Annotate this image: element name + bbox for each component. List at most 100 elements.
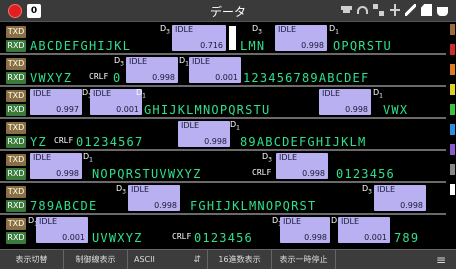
idle-value: 0.998 <box>204 137 227 146</box>
idle-value: 0.001 <box>215 73 238 82</box>
data-bits-tag: D1 <box>136 88 146 100</box>
title-bar: 0 データ <box>0 0 456 22</box>
idle-block: IDLE 0.998 <box>126 57 178 83</box>
idle-block: IDLE 0.716 <box>172 25 226 51</box>
row-divider <box>0 85 446 87</box>
data-bits-tag: D1 <box>329 24 339 36</box>
idle-block: IDLE 0.998 <box>178 121 230 147</box>
crlf-marker: CRLF <box>252 168 272 177</box>
txd-data: 123456789ABCDEF <box>243 71 370 85</box>
idle-block: IDLE 0.001 <box>90 89 142 115</box>
data-bits-tag: D3 <box>362 184 372 196</box>
txd-data: 0123456 <box>336 167 395 181</box>
txd-data: NOPQRSTUVWXYZ <box>92 167 202 181</box>
idle-value: 0.998 <box>152 73 175 82</box>
data-bits-tag: D3 <box>114 56 124 68</box>
idle-value: 0.998 <box>301 41 324 50</box>
rxd-data: 89ABCDEFGHIJKLM <box>240 135 367 149</box>
data-bits-tag: D3 <box>160 24 170 36</box>
rxd-data: 789 <box>394 231 420 245</box>
txd-tag: TXD <box>6 26 26 38</box>
crlf-marker: CRLF <box>54 136 74 145</box>
cursor <box>229 26 236 50</box>
idle-block: IDLE 0.998 <box>128 185 180 211</box>
power-icon <box>437 7 448 16</box>
channel-color-swatch <box>450 24 455 35</box>
row-divider <box>0 149 446 151</box>
encoding-select[interactable]: ASCII ⇵ <box>128 250 208 269</box>
page-badge: 0 <box>27 4 41 18</box>
data-bits-tag: D3 <box>252 24 262 36</box>
data-bits-tag: D1 <box>179 56 189 68</box>
txd-data: OPQRSTU <box>333 39 392 53</box>
rxd-tag: RXD <box>6 104 26 116</box>
encoding-value: ASCII <box>134 255 155 264</box>
idle-label: IDLE <box>33 153 52 162</box>
txd-data: 0 <box>113 71 122 85</box>
idle-value: 0.998 <box>56 169 79 178</box>
txd-data: ABCDEFGHIJKL <box>30 39 132 53</box>
rxd-data: 0123456 <box>194 231 253 245</box>
data-row: TXD RXD ABCDEFGHIJKL D3 IDLE 0.716 D3 LM… <box>0 24 446 53</box>
data-row: TXD RXD IDLE 0.997 D3 IDLE 0.001 D1 GHIJ… <box>0 88 446 117</box>
txd-tag: TXD <box>6 218 26 230</box>
data-bits-tag: D3 <box>116 184 126 196</box>
idle-block: IDLE 0.998 <box>280 217 330 243</box>
txd-data: VWXYZ <box>30 71 73 85</box>
rxd-tag: RXD <box>6 136 26 148</box>
data-row: TXD RXD IDLE 0.998 D1 NOPQRSTUVWXYZ CRLF… <box>0 152 446 181</box>
idle-label: IDLE <box>131 185 150 194</box>
idle-block: IDLE 0.998 <box>276 153 328 179</box>
idle-block: IDLE 0.998 <box>319 89 371 115</box>
idle-label: IDLE <box>377 185 396 194</box>
channel-color-rail <box>448 24 456 248</box>
rxd-data: YZ <box>30 135 47 149</box>
idle-block: IDLE 0.998 <box>275 25 327 51</box>
control-line-button[interactable]: 制御線表示 <box>64 250 128 269</box>
channel-color-swatch <box>450 164 455 175</box>
close-button[interactable] <box>8 4 22 18</box>
idle-value: 0.716 <box>200 41 223 50</box>
idle-value: 0.998 <box>400 201 423 210</box>
display-switch-button[interactable]: 表示切替 <box>0 250 64 269</box>
menu-icon[interactable]: ≡ <box>426 250 456 269</box>
idle-label: IDLE <box>192 57 211 66</box>
idle-label: IDLE <box>341 217 360 226</box>
idle-label: IDLE <box>283 217 302 226</box>
data-bits-tag: D1 <box>373 88 383 100</box>
crlf-marker: CRLF <box>89 72 109 81</box>
rxd-tag: RXD <box>6 72 26 84</box>
idle-block: IDLE 0.998 <box>30 153 82 179</box>
idle-value: 0.998 <box>154 201 177 210</box>
sd-card-icon <box>421 4 432 16</box>
txd-tag: TXD <box>6 154 26 166</box>
idle-label: IDLE <box>129 57 148 66</box>
row-divider <box>0 213 446 215</box>
hex-display-button[interactable]: 16進数表示 <box>208 250 272 269</box>
txd-tag: TXD <box>6 90 26 102</box>
idle-label: IDLE <box>93 89 112 98</box>
data-row: TXD RXD 789ABCDE D3 IDLE 0.998 FGHIJKLMN… <box>0 184 446 213</box>
idle-block: IDLE 0.001 <box>189 57 241 83</box>
status-icons <box>341 4 448 16</box>
rxd-data: 789ABCDE <box>30 199 98 213</box>
row-divider <box>0 117 446 119</box>
channel-color-swatch <box>450 144 455 155</box>
rxd-data: 01234567 <box>76 135 144 149</box>
idle-label: IDLE <box>279 153 298 162</box>
channel-color-swatch <box>450 104 455 115</box>
txd-data: LMN <box>240 39 266 53</box>
idle-block: IDLE 0.001 <box>338 217 390 243</box>
txd-tag: TXD <box>6 58 26 70</box>
rxd-data: UVWXYZ <box>92 231 143 245</box>
rxd-data: FGHIJKLMNOPQRST <box>190 199 317 213</box>
idle-value: 0.998 <box>345 105 368 114</box>
network-icon <box>373 4 384 16</box>
idle-label: IDLE <box>33 89 52 98</box>
channel-color-swatch <box>450 64 455 75</box>
crlf-marker: CRLF <box>172 232 192 241</box>
pause-display-button[interactable]: 表示一時停止 <box>272 250 336 269</box>
idle-block: IDLE 0.998 <box>374 185 426 211</box>
row-divider <box>0 53 446 55</box>
pen-icon <box>405 4 416 16</box>
